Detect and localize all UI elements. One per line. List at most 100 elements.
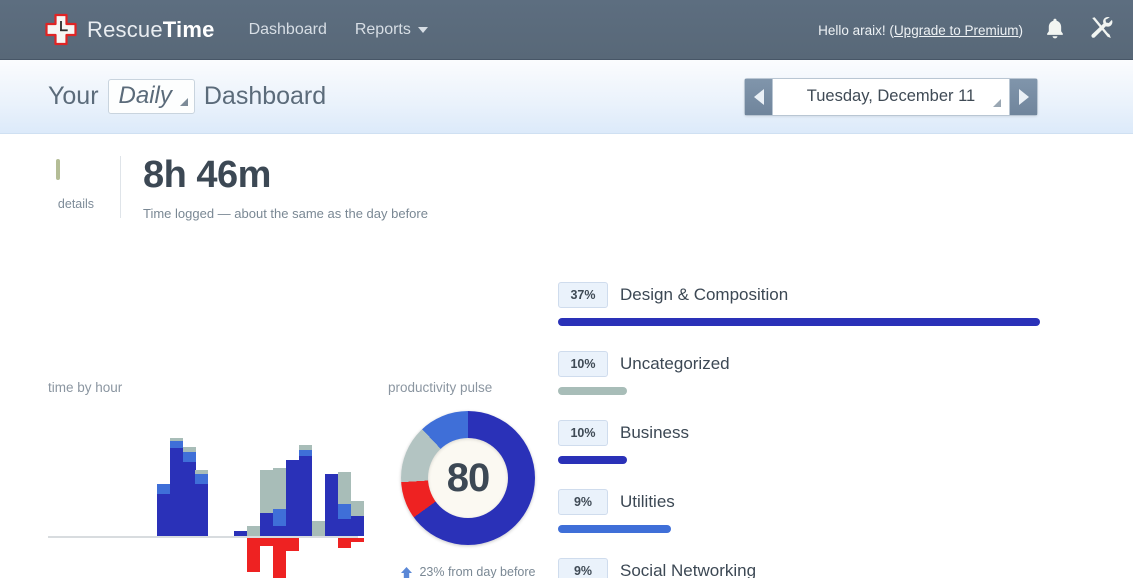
hour-bar-segment-negative xyxy=(260,538,274,546)
category-header: 10% Uncategorized xyxy=(558,351,1040,377)
hour-bar-segment xyxy=(247,526,261,536)
hour-bar-segment xyxy=(312,521,325,536)
category-name: Utilities xyxy=(620,492,675,511)
brand[interactable]: RescueTime xyxy=(44,13,215,47)
category-bar-track xyxy=(558,387,1040,395)
category-name: Social Networking xyxy=(620,561,757,578)
time-logged-block: 8h 46m Time logged — about the same as t… xyxy=(143,156,428,221)
laptop-icon xyxy=(56,159,96,191)
category-header: 9% Social Networking xyxy=(558,558,1040,578)
category-percent: 10% xyxy=(558,420,608,446)
details-button[interactable]: details xyxy=(48,156,104,211)
summary-divider xyxy=(120,156,121,218)
dashboard-content: details 8h 46m Time logged — about the s… xyxy=(0,134,1133,578)
time-logged-summary: details 8h 46m Time logged — about the s… xyxy=(48,156,428,221)
category-row[interactable]: 9% Utilities xyxy=(558,489,1040,533)
time-by-hour-label: time by hour xyxy=(48,380,123,395)
nav-item-dashboard-label: Dashboard xyxy=(248,20,327,38)
rescuetime-cross-clock-logo-icon xyxy=(44,13,78,47)
category-percent: 10% xyxy=(558,351,608,377)
hour-bar-segment xyxy=(182,452,196,462)
hour-bar-segment xyxy=(169,441,183,448)
hour-bar-segment-negative xyxy=(247,538,261,572)
hour-bar-segment xyxy=(195,484,209,536)
chevron-down-icon xyxy=(179,97,188,106)
period-select-value: Daily xyxy=(118,82,172,110)
period-select[interactable]: Daily xyxy=(107,79,195,114)
hour-bar-segment xyxy=(337,519,351,536)
hour-bar-segment xyxy=(195,470,209,474)
category-bar-track xyxy=(558,525,1040,533)
chevron-left-icon xyxy=(753,88,764,105)
pulse-donut-center: 80 xyxy=(428,438,508,518)
category-bar-track xyxy=(558,456,1040,464)
pulse-donut[interactable]: 80 xyxy=(401,411,535,545)
hour-bar-segment xyxy=(299,456,313,536)
category-header: 37% Design & Composition xyxy=(558,282,1040,308)
category-row[interactable]: 10% Uncategorized xyxy=(558,351,1040,395)
category-header: 10% Business xyxy=(558,420,1040,446)
chevron-down-icon xyxy=(993,98,1001,107)
pulse-score: 80 xyxy=(446,455,490,500)
page-subheader: Your Daily Dashboard Tuesday, December 1… xyxy=(0,60,1133,134)
category-name: Design & Composition xyxy=(620,285,789,304)
chart-zero-line xyxy=(48,536,358,538)
chevron-down-icon xyxy=(417,26,428,33)
hour-bar-segment xyxy=(169,448,183,536)
pulse-delta: 23% from day before xyxy=(388,565,548,578)
hour-bar-segment xyxy=(324,474,338,536)
category-header: 9% Utilities xyxy=(558,489,1040,515)
page-title-prefix: Your xyxy=(48,81,99,110)
settings-tools-button[interactable] xyxy=(1087,15,1115,45)
hour-bar-segment xyxy=(337,504,351,519)
greeting-prefix: Hello araix! ( xyxy=(818,22,894,38)
hour-bar-segment xyxy=(195,474,209,484)
hour-bar-segment xyxy=(299,445,313,450)
total-time-value: 8h 46m xyxy=(143,154,271,196)
arrow-up-icon xyxy=(400,566,413,578)
chevron-right-icon xyxy=(1018,88,1029,105)
notifications-button[interactable] xyxy=(1041,15,1069,45)
hour-bar-segment xyxy=(260,513,274,536)
pulse-delta-text: 23% from day before xyxy=(419,565,536,578)
nav-links: Dashboard Reports xyxy=(249,21,428,39)
brand-text: RescueTime xyxy=(87,17,215,43)
category-bar xyxy=(558,525,672,533)
category-row[interactable]: 10% Business xyxy=(558,420,1040,464)
hour-bar-segment xyxy=(273,468,287,509)
hour-bar-segment xyxy=(182,462,196,536)
hour-bar-segment xyxy=(350,501,364,516)
next-day-button[interactable] xyxy=(1009,78,1037,115)
bell-icon xyxy=(1044,16,1066,45)
category-row[interactable]: 9% Social Networking xyxy=(558,558,1040,578)
date-picker[interactable]: Tuesday, December 11 xyxy=(773,78,1009,115)
greeting: Hello araix! (Upgrade to Premium) xyxy=(818,23,1023,38)
hour-bar-segment xyxy=(156,494,170,536)
date-navigator: Tuesday, December 11 xyxy=(744,77,1038,116)
hour-bar-segment xyxy=(273,509,287,526)
hour-bar-segment xyxy=(156,484,170,494)
page-title: Your Daily Dashboard xyxy=(48,79,327,114)
hour-bar-segment xyxy=(260,470,274,513)
category-name: Business xyxy=(620,423,689,442)
category-row[interactable]: 37% Design & Composition xyxy=(558,282,1040,326)
hour-bar-segment xyxy=(273,526,287,536)
top-navigation-bar: RescueTime Dashboard Reports Hello araix… xyxy=(0,0,1133,60)
category-bar-track xyxy=(558,318,1040,326)
hour-bar-segment-negative xyxy=(286,538,300,551)
greeting-suffix: ) xyxy=(1018,22,1024,38)
page-title-suffix: Dashboard xyxy=(203,81,327,110)
time-by-hour-plot[interactable] xyxy=(48,409,364,578)
hour-bar-segment xyxy=(337,472,351,504)
hour-bar-segment xyxy=(169,438,183,441)
hour-bar-segment-negative xyxy=(350,538,364,542)
nav-item-dashboard[interactable]: Dashboard xyxy=(249,21,327,39)
top-categories-list: 37% Design & Composition 10% Uncategorized 1… xyxy=(558,282,1040,578)
previous-day-button[interactable] xyxy=(745,78,773,115)
brand-text-light: Rescue xyxy=(87,16,163,42)
nav-item-reports[interactable]: Reports xyxy=(355,21,428,39)
upgrade-to-premium-link[interactable]: Upgrade to Premium xyxy=(894,23,1019,38)
nav-item-reports-label: Reports xyxy=(354,20,411,38)
hour-bar-segment xyxy=(299,450,313,456)
wrench-screwdriver-icon xyxy=(1088,15,1114,46)
